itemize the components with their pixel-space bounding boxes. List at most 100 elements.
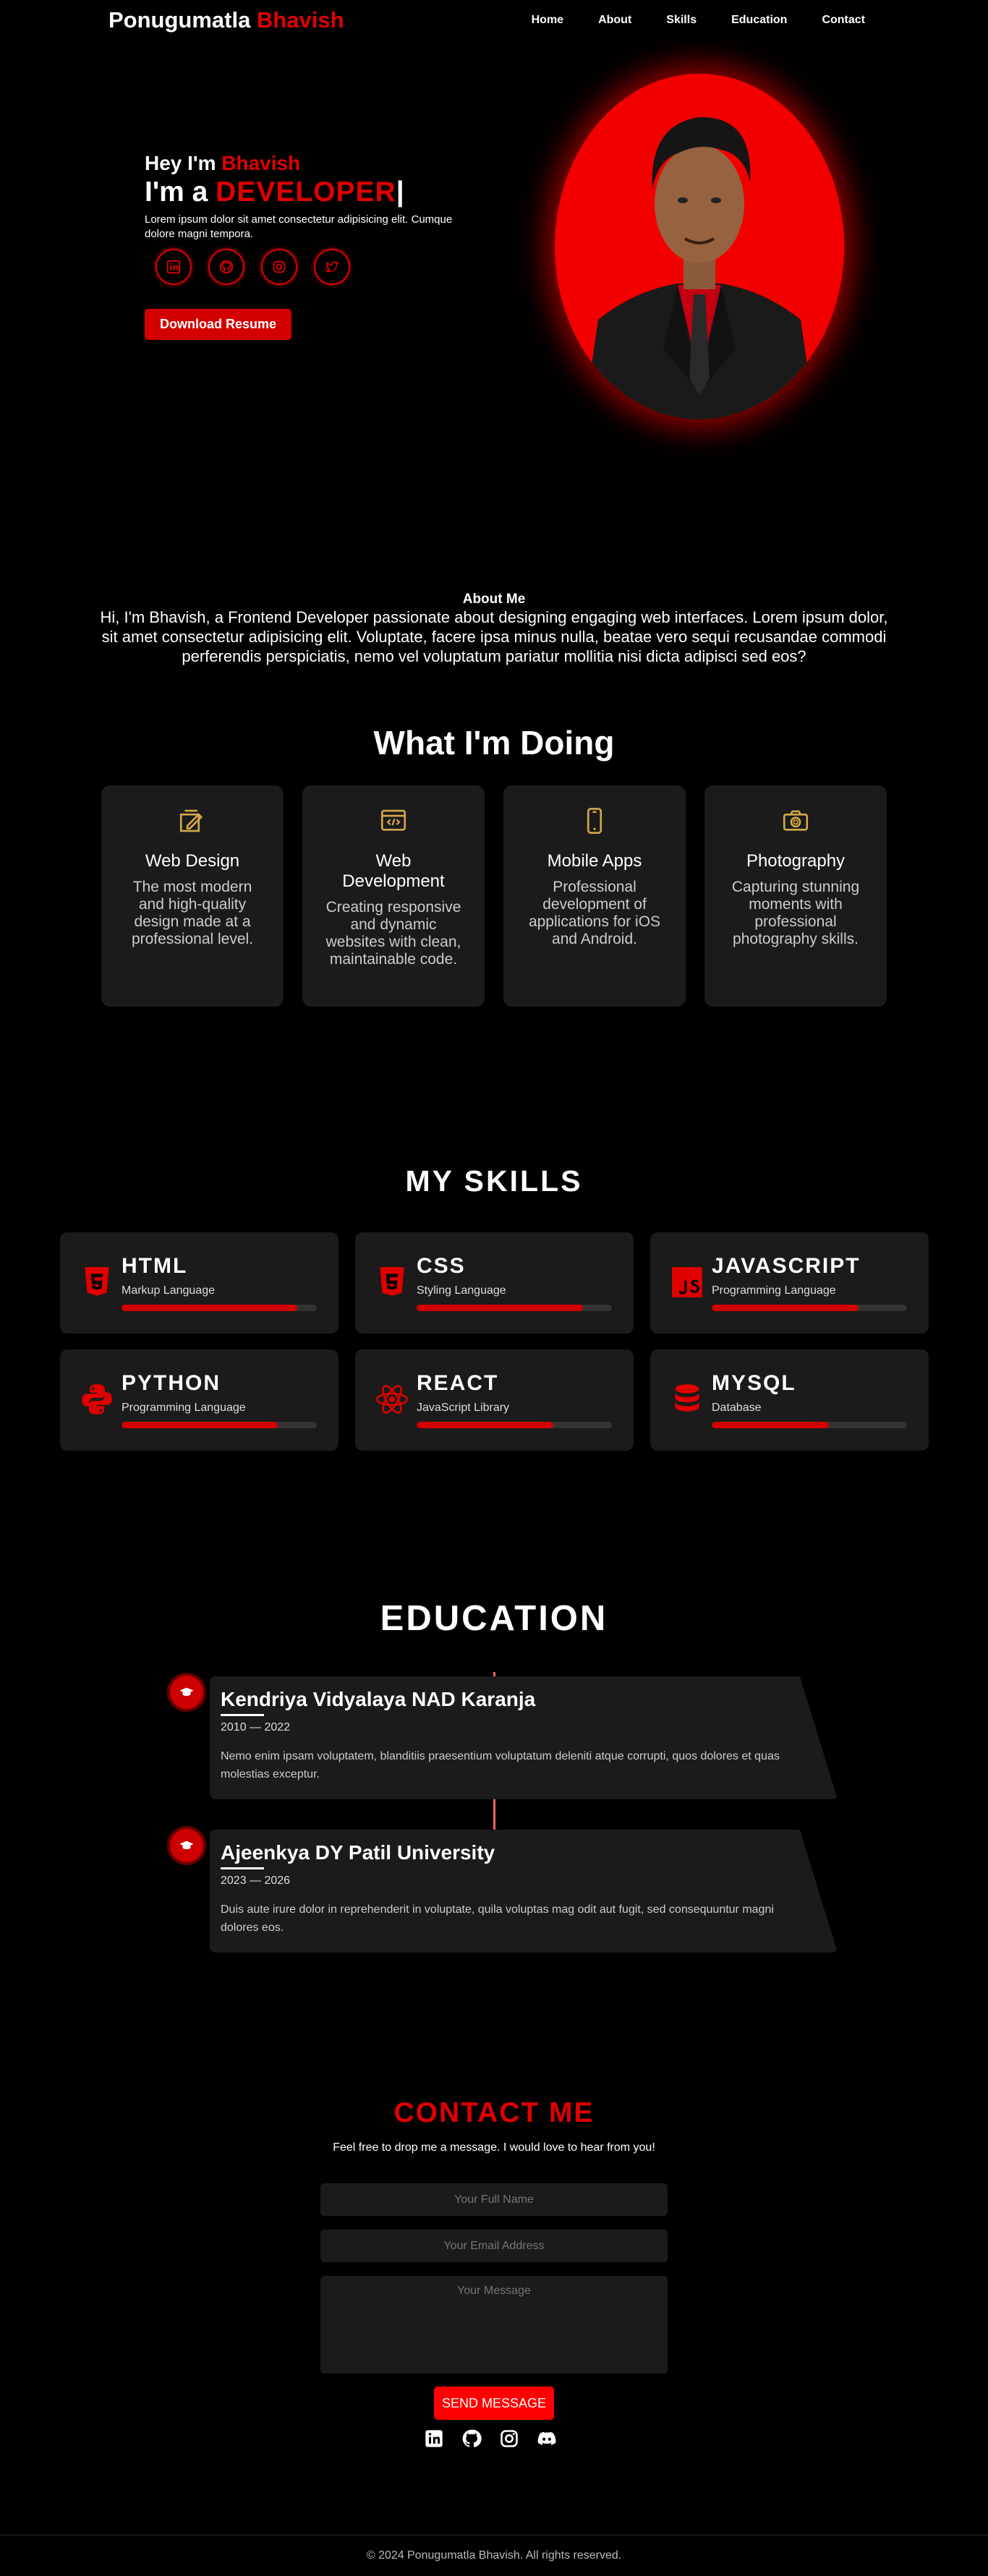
site-footer: © 2024 Ponugumatla Bhavish. All rights r…: [366, 2549, 622, 2562]
skill-progress-bar: [417, 1422, 612, 1428]
graduation-cap-icon: [179, 1841, 194, 1850]
service-card-web-design: Web Design The most modern and high-qual…: [101, 785, 284, 1007]
skill-subtitle: JavaScript Library: [417, 1402, 510, 1414]
contact-instagram-link[interactable]: [499, 2428, 519, 2452]
service-title: Web Design: [145, 851, 240, 871]
service-text: The most modern and high-quality design …: [131, 879, 254, 947]
skill-name: PYTHON: [122, 1371, 221, 1395]
education-item: Ajeenkya DY Patil University 2023 — 2026…: [210, 1830, 838, 1953]
contact-social-links: [424, 2428, 557, 2452]
site-logo[interactable]: Ponugumatla Bhavish: [108, 7, 344, 33]
design-icon: [179, 809, 203, 832]
nav-about[interactable]: About: [598, 14, 631, 27]
education-badge: [167, 1826, 206, 1865]
skill-subtitle: Programming Language: [122, 1402, 246, 1414]
contact-discord-link[interactable]: [537, 2428, 557, 2452]
skills-title: MY SKILLS: [405, 1164, 583, 1198]
github-link[interactable]: [208, 249, 244, 285]
service-title: Photography: [746, 851, 846, 871]
skill-progress-bar: [712, 1422, 907, 1428]
mobile-icon: [587, 808, 602, 834]
skill-progress-fill: [417, 1422, 553, 1428]
full-name-input[interactable]: [320, 2183, 668, 2216]
instagram-icon: [501, 2430, 518, 2447]
html5-icon: [85, 1267, 109, 1296]
python-icon: [82, 1384, 112, 1415]
nav-contact[interactable]: Contact: [822, 14, 865, 27]
nav-home[interactable]: Home: [532, 14, 563, 27]
nav-education[interactable]: Education: [731, 14, 787, 27]
instagram-icon: [273, 260, 286, 273]
school-years: 2023 — 2026: [221, 1875, 291, 1887]
footer-divider: [0, 2535, 988, 2536]
twitter-icon: [325, 261, 338, 273]
about-heading: About Me: [462, 592, 526, 607]
contact-title: CONTACT ME: [393, 2097, 595, 2128]
contact-subtitle: Feel free to drop me a message. I would …: [333, 2141, 655, 2154]
linkedin-link[interactable]: [156, 249, 192, 285]
message-textarea[interactable]: [320, 2276, 668, 2374]
school-description: Nemo enim ipsam voluptatem, blanditiis p…: [221, 1750, 780, 1780]
hero-role-line: I'm a DEVELOPER|: [145, 176, 477, 208]
javascript-icon: [672, 1267, 702, 1297]
site-header: Ponugumatla Bhavish Home About Skills Ed…: [0, 0, 988, 43]
twitter-link[interactable]: [314, 249, 350, 285]
database-icon: [675, 1384, 699, 1412]
about-section: About Me Hi, I'm Bhavish, a Frontend Dev…: [94, 592, 894, 666]
services-cards: Web Design The most modern and high-qual…: [101, 785, 887, 1007]
service-card-mobile-apps: Mobile Apps Professional development of …: [503, 785, 686, 1007]
school-name: Kendriya Vidyalaya NAD Karanja: [221, 1688, 536, 1710]
skill-name: REACT: [417, 1371, 499, 1395]
skill-card-css: CSS Styling Language: [355, 1232, 634, 1334]
skill-card-javascript: JAVASCRIPT Programming Language: [650, 1232, 929, 1334]
skill-progress-bar: [712, 1305, 907, 1311]
contact-linkedin-link[interactable]: [424, 2428, 444, 2452]
camera-icon: [783, 810, 809, 831]
skill-progress-fill: [122, 1422, 278, 1428]
service-text: Professional development of applications…: [528, 879, 661, 947]
skill-subtitle: Styling Language: [417, 1284, 506, 1297]
school-underline: [221, 1867, 264, 1869]
hero-section: Hey I'm Bhavish I'm a DEVELOPER| Lorem i…: [145, 152, 477, 340]
about-text: Hi, I'm Bhavish, a Frontend Developer pa…: [100, 608, 888, 665]
skill-progress-fill: [712, 1305, 859, 1311]
profile-portrait: [555, 74, 844, 419]
service-title: Web Development: [342, 851, 445, 891]
skill-card-mysql: MYSQL Database: [650, 1349, 929, 1451]
linkedin-icon: [425, 2430, 443, 2447]
skill-progress-fill: [712, 1422, 829, 1428]
skill-card-python: PYTHON Programming Language: [60, 1349, 338, 1451]
school-underline: [221, 1714, 264, 1716]
send-message-button[interactable]: SEND MESSAGE: [434, 2387, 554, 2420]
css3-icon: [380, 1267, 404, 1296]
github-icon: [462, 2429, 482, 2447]
code-icon: [380, 809, 406, 831]
github-icon: [219, 260, 234, 274]
instagram-link[interactable]: [261, 249, 297, 285]
discord-icon: [537, 2431, 556, 2445]
skill-progress-fill: [417, 1305, 583, 1311]
logo-first-name: Ponugumatla: [108, 7, 251, 33]
education-title: EDUCATION: [380, 1599, 608, 1638]
greeting-prefix: Hey I'm: [145, 152, 216, 174]
download-resume-button[interactable]: Download Resume: [145, 309, 292, 340]
education-item: Kendriya Vidyalaya NAD Karanja 2010 — 20…: [210, 1676, 838, 1799]
react-icon: [375, 1385, 409, 1414]
graduation-cap-icon: [179, 1687, 194, 1697]
skill-card-html: HTML Markup Language: [60, 1232, 338, 1334]
greeting-name: Bhavish: [221, 152, 301, 174]
hero-description: Lorem ipsum dolor sit amet consectetur a…: [145, 213, 453, 240]
skill-subtitle: Markup Language: [122, 1284, 215, 1297]
skill-progress-fill: [122, 1305, 297, 1311]
school-years: 2010 — 2022: [221, 1721, 291, 1733]
skills-grid: HTML Markup Language CSS Styling Languag…: [60, 1232, 929, 1451]
skill-progress-bar: [417, 1305, 612, 1311]
doing-title: What I'm Doing: [373, 724, 615, 762]
skill-progress-bar: [122, 1305, 317, 1311]
nav-skills[interactable]: Skills: [666, 14, 697, 27]
linkedin-icon: [166, 260, 181, 274]
email-input[interactable]: [320, 2230, 668, 2262]
skill-subtitle: Programming Language: [712, 1284, 836, 1297]
role-text: DEVELOPER: [216, 176, 396, 208]
contact-github-link[interactable]: [461, 2428, 482, 2452]
